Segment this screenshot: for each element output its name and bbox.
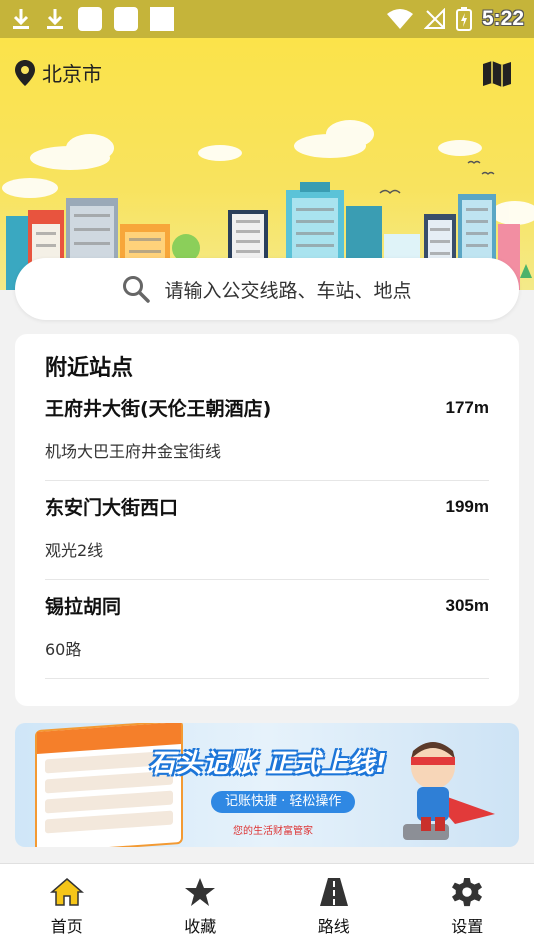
banner-subtitle: 记账快捷 · 轻松操作 (211, 791, 356, 813)
city-selector[interactable]: 北京市 (14, 58, 102, 87)
nav-label: 设置 (451, 916, 484, 936)
nav-label: 收藏 (184, 916, 217, 936)
nearby-title: 附近站点 (45, 356, 134, 381)
app-icon (114, 7, 138, 31)
nav-label: 首页 (50, 916, 83, 936)
stop-lines: 60路 (45, 640, 82, 659)
download-icon (47, 9, 63, 29)
battery-icon (455, 7, 472, 31)
stop-name: 锡拉胡同 (45, 596, 122, 618)
superhero-illustration (403, 742, 495, 840)
nav-settings[interactable]: 设置 (401, 864, 534, 949)
stop-name: 东安门大街西口 (45, 497, 179, 519)
stop-lines: 机场大巴王府井金宝街线 (45, 442, 222, 461)
list-item[interactable]: 锡拉胡同 305m 60路 (45, 580, 489, 679)
gear-icon (452, 877, 483, 906)
nav-home[interactable]: 首页 (0, 864, 134, 949)
location-pin-icon (15, 59, 35, 86)
list-item[interactable]: 王府井大街(天伦王朝酒店) 177m 机场大巴王府井金宝街线 (45, 382, 489, 481)
search-icon (123, 276, 151, 303)
stop-lines: 观光2线 (45, 541, 104, 560)
status-bar: 5:22 (0, 0, 534, 38)
wifi-icon (386, 9, 413, 29)
header-banner: 北京市 (0, 38, 534, 290)
no-signal-icon (423, 8, 445, 29)
search-placeholder: 请输入公交线路、车站、地点 (164, 279, 412, 302)
app-icon (78, 7, 102, 31)
road-icon (319, 877, 348, 906)
app-icon (150, 7, 174, 31)
bottom-nav: 首页 收藏 路线 设置 (0, 863, 534, 949)
map-icon[interactable] (482, 60, 512, 88)
star-icon (185, 877, 216, 906)
nav-favorites[interactable]: 收藏 (134, 864, 268, 949)
nearby-stops-card: 附近站点 王府井大街(天伦王朝酒店) 177m 机场大巴王府井金宝街线 东安门大… (15, 334, 519, 706)
nav-label: 路线 (317, 916, 350, 936)
list-item[interactable]: 东安门大街西口 199m 观光2线 (45, 481, 489, 580)
home-icon (49, 877, 84, 906)
status-time: 5:22 (481, 7, 524, 30)
banner-title: 石头记账 正式上线! (149, 749, 388, 779)
stop-distance: 177m (445, 398, 489, 417)
banner-tagline: 您的生活财富管家 (233, 826, 313, 837)
stop-distance: 305m (445, 596, 489, 615)
ad-banner[interactable]: 石头记账 正式上线! 记账快捷 · 轻松操作 您的生活财富管家 (15, 723, 519, 847)
stop-name: 王府井大街(天伦王朝酒店) (45, 398, 272, 420)
phone-illustration (35, 723, 183, 847)
city-name: 北京市 (42, 62, 102, 86)
download-icon (13, 9, 29, 29)
search-input[interactable]: 请输入公交线路、车站、地点 (15, 258, 519, 320)
nav-routes[interactable]: 路线 (267, 864, 401, 949)
stop-distance: 199m (445, 497, 489, 516)
